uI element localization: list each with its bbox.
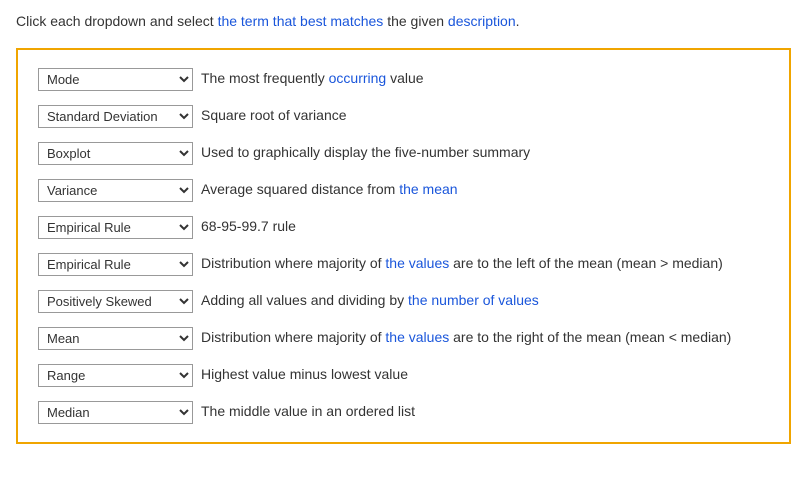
quiz-row-4: ModeMeanMedianRangeVarianceStandard Devi…: [38, 179, 769, 202]
description-9: Highest value minus lowest value: [201, 364, 769, 385]
description-8: Distribution where majority of the value…: [201, 327, 769, 348]
dropdown-10[interactable]: ModeMeanMedianRangeVarianceStandard Devi…: [38, 401, 193, 424]
quiz-row-2: ModeMeanMedianRangeVarianceStandard Devi…: [38, 105, 769, 128]
description-1: The most frequently occurring value: [201, 68, 769, 89]
dropdown-2[interactable]: ModeMeanMedianRangeVarianceStandard Devi…: [38, 105, 193, 128]
quiz-row-6: ModeMeanMedianRangeVarianceStandard Devi…: [38, 253, 769, 276]
dropdown-6[interactable]: ModeMeanMedianRangeVarianceStandard Devi…: [38, 253, 193, 276]
dropdown-5[interactable]: ModeMeanMedianRangeVarianceStandard Devi…: [38, 216, 193, 239]
instruction-highlight1: the term that best matches: [218, 13, 384, 29]
instruction-text: Click each dropdown and select the term …: [16, 12, 791, 32]
quiz-container: ModeMeanMedianRangeVarianceStandard Devi…: [16, 48, 791, 444]
dropdown-4[interactable]: ModeMeanMedianRangeVarianceStandard Devi…: [38, 179, 193, 202]
dropdown-8[interactable]: ModeMeanMedianRangeVarianceStandard Devi…: [38, 327, 193, 350]
dropdown-7[interactable]: ModeMeanMedianRangeVarianceStandard Devi…: [38, 290, 193, 313]
description-2: Square root of variance: [201, 105, 769, 126]
description-5: 68-95-99.7 rule: [201, 216, 769, 237]
description-10: The middle value in an ordered list: [201, 401, 769, 422]
quiz-row-5: ModeMeanMedianRangeVarianceStandard Devi…: [38, 216, 769, 239]
dropdown-3[interactable]: ModeMeanMedianRangeVarianceStandard Devi…: [38, 142, 193, 165]
dropdown-wrapper-5: ModeMeanMedianRangeVarianceStandard Devi…: [38, 216, 193, 239]
quiz-row-8: ModeMeanMedianRangeVarianceStandard Devi…: [38, 327, 769, 350]
quiz-row-9: ModeMeanMedianRangeVarianceStandard Devi…: [38, 364, 769, 387]
instruction-highlight2: description: [448, 13, 516, 29]
dropdown-wrapper-1: ModeMeanMedianRangeVarianceStandard Devi…: [38, 68, 193, 91]
quiz-row-10: ModeMeanMedianRangeVarianceStandard Devi…: [38, 401, 769, 424]
dropdown-wrapper-9: ModeMeanMedianRangeVarianceStandard Devi…: [38, 364, 193, 387]
description-4: Average squared distance from the mean: [201, 179, 769, 200]
dropdown-wrapper-7: ModeMeanMedianRangeVarianceStandard Devi…: [38, 290, 193, 313]
dropdown-1[interactable]: ModeMeanMedianRangeVarianceStandard Devi…: [38, 68, 193, 91]
quiz-row-1: ModeMeanMedianRangeVarianceStandard Devi…: [38, 68, 769, 91]
dropdown-9[interactable]: ModeMeanMedianRangeVarianceStandard Devi…: [38, 364, 193, 387]
dropdown-wrapper-6: ModeMeanMedianRangeVarianceStandard Devi…: [38, 253, 193, 276]
dropdown-wrapper-10: ModeMeanMedianRangeVarianceStandard Devi…: [38, 401, 193, 424]
description-6: Distribution where majority of the value…: [201, 253, 769, 274]
quiz-row-3: ModeMeanMedianRangeVarianceStandard Devi…: [38, 142, 769, 165]
dropdown-wrapper-3: ModeMeanMedianRangeVarianceStandard Devi…: [38, 142, 193, 165]
dropdown-wrapper-4: ModeMeanMedianRangeVarianceStandard Devi…: [38, 179, 193, 202]
quiz-row-7: ModeMeanMedianRangeVarianceStandard Devi…: [38, 290, 769, 313]
description-3: Used to graphically display the five-num…: [201, 142, 769, 163]
dropdown-wrapper-8: ModeMeanMedianRangeVarianceStandard Devi…: [38, 327, 193, 350]
description-7: Adding all values and dividing by the nu…: [201, 290, 769, 311]
dropdown-wrapper-2: ModeMeanMedianRangeVarianceStandard Devi…: [38, 105, 193, 128]
